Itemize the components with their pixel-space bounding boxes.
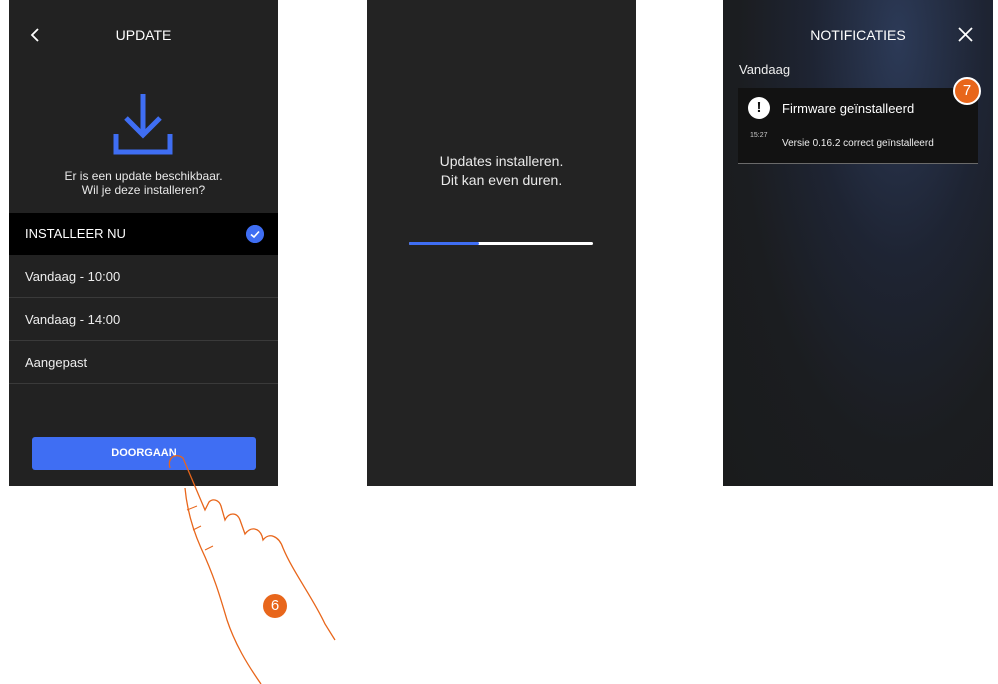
alert-icon: !: [748, 97, 770, 119]
prompt-line-2: Wil je deze installeren?: [81, 183, 206, 197]
check-icon: [246, 225, 264, 243]
close-icon[interactable]: [958, 27, 973, 42]
notifications-screen: NOTIFICATIES Vandaag ! Firmware geïnstal…: [723, 0, 993, 486]
installing-screen: Updates installeren. Dit kan even duren.: [367, 0, 636, 486]
installing-line-1: Updates installeren.: [439, 153, 564, 169]
progress-fill: [409, 242, 479, 245]
page-title: UPDATE: [115, 27, 172, 43]
option-custom[interactable]: Aangepast: [9, 342, 278, 384]
section-heading: Vandaag: [739, 62, 791, 77]
notification-card[interactable]: ! Firmware geïnstalleerd 15:27 Versie 0.…: [738, 88, 978, 164]
hand-pointer-icon: [168, 454, 336, 684]
progress-bar: [409, 242, 593, 245]
page-title: NOTIFICATIES: [810, 27, 906, 43]
notification-time: 15:27: [750, 132, 768, 139]
option-label: Vandaag - 14:00: [25, 312, 121, 327]
option-install-now[interactable]: INSTALLEER NU: [9, 213, 278, 255]
installing-message: Updates installeren. Dit kan even duren.: [367, 152, 636, 190]
option-label: INSTALLEER NU: [25, 226, 126, 241]
step-callout-6: 6: [263, 594, 287, 618]
notification-title: Firmware geïnstalleerd: [782, 101, 915, 116]
option-today-1400[interactable]: Vandaag - 14:00: [9, 299, 278, 341]
prompt-line-1: Er is een update beschikbaar.: [64, 169, 223, 183]
option-label: Aangepast: [25, 355, 88, 370]
update-prompt: Er is een update beschikbaar. Wil je dez…: [9, 169, 278, 197]
download-icon: [113, 94, 173, 155]
notification-message: Versie 0.16.2 correct geïnstalleerd: [782, 138, 934, 149]
step-callout-7: 7: [953, 77, 981, 105]
update-screen: UPDATE Er is een update beschikbaar. Wil…: [9, 0, 278, 486]
option-today-1000[interactable]: Vandaag - 10:00: [9, 256, 278, 298]
installing-line-2: Dit kan even duren.: [440, 172, 563, 188]
option-label: Vandaag - 10:00: [25, 269, 121, 284]
